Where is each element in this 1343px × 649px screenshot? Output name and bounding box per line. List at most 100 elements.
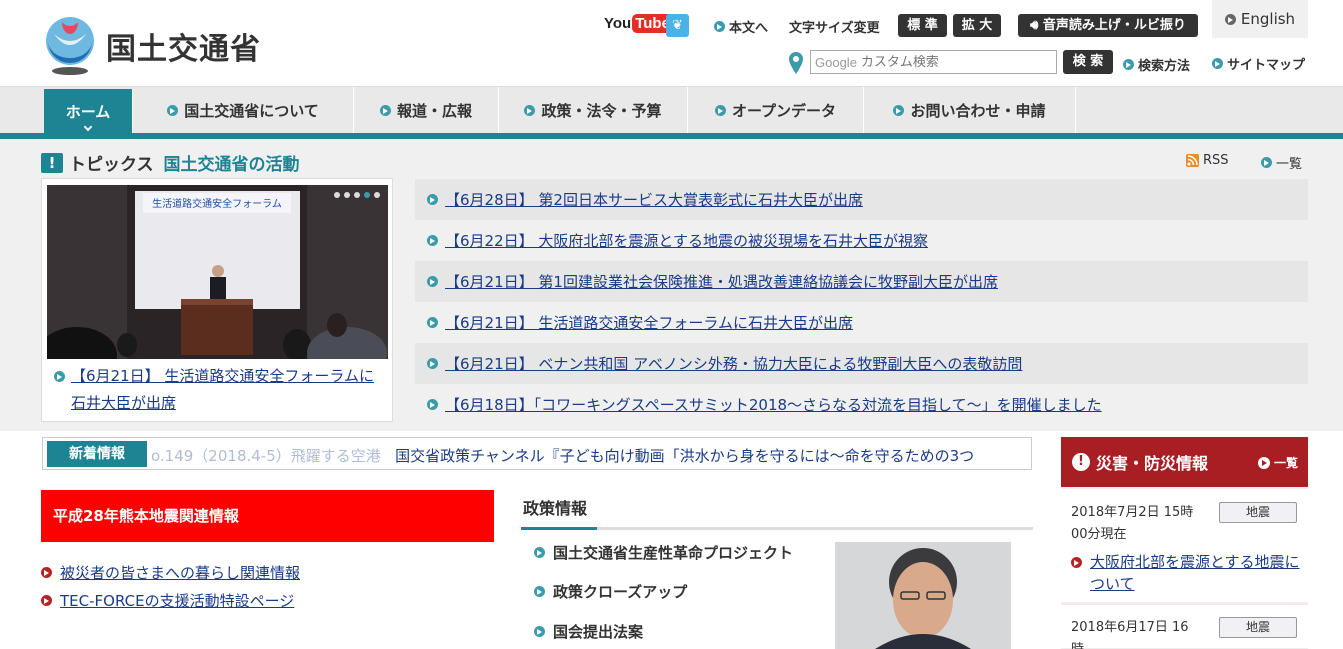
- policy-item[interactable]: 国会提出法案: [534, 621, 643, 642]
- speech-ruby-button[interactable]: 🔊︎ 音声読み上げ・ルビ振り: [1018, 14, 1198, 37]
- minister-portrait-image: [835, 542, 1011, 649]
- arrow-icon: [714, 105, 726, 116]
- disaster-item: 2018年7月2日 15時00分現在 地震 大阪府北部を震源とする地震について: [1061, 489, 1308, 603]
- policy-divider-accent: [521, 527, 597, 530]
- carousel-dots: [334, 192, 380, 198]
- nav-policy[interactable]: 政策・法令・予算: [499, 87, 688, 134]
- list-item: 【6月21日】 ベナン共和国 アベノンシ外務・協力大臣による牧野副大臣への表敬訪…: [415, 343, 1308, 384]
- nav-about[interactable]: 国土交通省について: [133, 87, 354, 134]
- topics-news-list: 【6月28日】 第2回日本サービス大賞表彰式に石井大臣が出席 【6月22日】 大…: [415, 179, 1308, 425]
- ticker-text[interactable]: o.149（2018.4-5）飛躍する空港 国交省政策チャンネル『子ども向け動画…: [151, 445, 974, 466]
- policy-item[interactable]: 政策クローズアップ: [534, 581, 687, 602]
- nav-policy-label: 政策・法令・予算: [541, 102, 662, 120]
- chevron-down-icon: [83, 122, 93, 132]
- policy-item-label: 国会提出法案: [553, 623, 644, 641]
- sitemap-link[interactable]: サイトマップ: [1212, 54, 1305, 73]
- nav-press[interactable]: 報道・広報: [354, 87, 499, 134]
- feature-banner-text: 生活道路交通安全フォーラム: [152, 197, 282, 210]
- rss-label: RSS: [1203, 153, 1229, 168]
- topic-link[interactable]: 【6月21日】 生活道路交通安全フォーラムに石井大臣が出席: [445, 312, 853, 333]
- list-item: 【6月21日】 生活道路交通安全フォーラムに石井大臣が出席: [415, 302, 1308, 343]
- search-method-label: 検索方法: [1138, 59, 1191, 74]
- nav-contact-label: お問い合わせ・申請: [910, 102, 1046, 120]
- sitemap-label: サイトマップ: [1227, 58, 1306, 73]
- nav-home[interactable]: ホーム: [44, 89, 133, 134]
- carousel-dot[interactable]: [334, 192, 340, 198]
- arrow-icon: [427, 276, 438, 287]
- twitter-icon[interactable]: ❦: [666, 14, 689, 37]
- topic-link[interactable]: 【6月28日】 第2回日本サービス大賞表彰式に石井大臣が出席: [445, 189, 863, 210]
- arrow-icon: [427, 235, 438, 246]
- font-size-label: 文字サイズ変更: [789, 21, 880, 36]
- disaster-link[interactable]: 大阪府北部を震源とする地震について: [1090, 551, 1301, 595]
- disaster-date: 2018年7月2日 15時00分現在: [1071, 505, 1194, 542]
- arrow-icon: [41, 567, 52, 578]
- disaster-info-panel: ! 災害・防災情報 一覧 2018年7月2日 15時00分現在 地震 大阪府北部…: [1061, 437, 1308, 649]
- news-ticker: 新着情報 o.149（2018.4-5）飛躍する空港 国交省政策チャンネル『子ど…: [42, 437, 1032, 470]
- font-standard-button[interactable]: 標 準: [898, 14, 947, 37]
- topic-link[interactable]: 【6月21日】 ベナン共和国 アベノンシ外務・協力大臣による牧野副大臣への表敬訪…: [445, 353, 1022, 374]
- topic-link[interactable]: 【6月22日】 大阪府北部を震源とする地震の被災現場を石井大臣が視察: [445, 230, 928, 251]
- arrow-icon: [427, 317, 438, 328]
- topic-link[interactable]: 【6月21日】 第1回建設業社会保険推進・処遇改善連絡協議会に牧野副大臣が出席: [445, 271, 998, 292]
- list-item: 【6月21日】 第1回建設業社会保険推進・処遇改善連絡協議会に牧野副大臣が出席: [415, 261, 1308, 302]
- nav-open-data-label: オープンデータ: [731, 102, 837, 120]
- arrow-icon: [427, 194, 438, 205]
- nav-home-label: ホーム: [65, 103, 111, 121]
- carousel-dot[interactable]: [344, 192, 350, 198]
- topics-title: トピックス: [69, 155, 154, 175]
- list-item: 【6月18日】「コワーキングスペースサミット2018～さらなる対流を目指して～」…: [415, 384, 1308, 425]
- list-item: 【6月22日】 大阪府北部を震源とする地震の被災現場を石井大臣が視察: [415, 220, 1308, 261]
- carousel-dot[interactable]: [354, 192, 360, 198]
- ticker-text-faded[interactable]: o.149（2018.4-5）飛躍する空港: [151, 447, 381, 465]
- site-title[interactable]: 国土交通省: [106, 24, 261, 68]
- arrow-icon: [534, 586, 545, 597]
- search-button[interactable]: 検 索: [1063, 50, 1113, 74]
- featured-topic-link[interactable]: 【6月21日】 生活道路交通安全フォーラムに石井大臣が出席: [71, 363, 384, 417]
- youtube-link[interactable]: You Tube: [604, 14, 673, 37]
- nav-open-data[interactable]: オープンデータ: [688, 87, 864, 134]
- rss-link[interactable]: RSS: [1186, 153, 1229, 168]
- list-all-label: 一覧: [1276, 157, 1303, 172]
- nav-press-label: 報道・広報: [396, 102, 472, 120]
- youtube-you: You: [604, 15, 632, 32]
- kumamoto-link[interactable]: 被災者の皆さまへの暮らし関連情報: [60, 562, 300, 583]
- topics-list-all-link[interactable]: 一覧: [1261, 153, 1302, 172]
- disaster-tag[interactable]: 地震: [1219, 502, 1297, 523]
- ticker-text-main[interactable]: 国交省政策チャンネル『子ども向け動画「洪水から身を守るには～命を守るための3つ: [395, 447, 974, 465]
- search-method-link[interactable]: 検索方法: [1123, 55, 1190, 74]
- forum-stage-image: 生活道路交通安全フォーラム: [47, 185, 388, 359]
- topics-subtitle: 国土交通省の活動: [163, 155, 300, 175]
- font-large-button[interactable]: 拡 大: [953, 14, 1001, 37]
- location-pin-icon: [789, 52, 803, 74]
- arrow-icon: [167, 105, 179, 116]
- arrow-icon: [534, 626, 545, 637]
- arrow-icon: [893, 105, 905, 116]
- kumamoto-link[interactable]: TEC-FORCEの支援活動特設ページ: [60, 590, 294, 611]
- disaster-list-all-link[interactable]: 一覧: [1257, 454, 1298, 471]
- search-box: Google: [810, 50, 1057, 74]
- skip-to-content-link[interactable]: 本文へ: [714, 17, 768, 36]
- site-header: 国土交通省 You Tube ❦ 本文へ 文字サイズ変更 標 準 拡 大 🔊︎ 音…: [0, 0, 1343, 86]
- arrow-icon: [427, 358, 438, 369]
- kumamoto-link-item: TEC-FORCEの支援活動特設ページ: [41, 590, 294, 611]
- kumamoto-earthquake-banner[interactable]: 平成28年熊本地震関連情報: [41, 490, 494, 542]
- carousel-dot-active[interactable]: [364, 192, 370, 198]
- topic-link[interactable]: 【6月18日】「コワーキングスペースサミット2018～さらなる対流を目指して～」…: [445, 394, 1102, 415]
- policy-item[interactable]: 国土交通省生産性革命プロジェクト: [534, 542, 793, 563]
- carousel-dot[interactable]: [374, 192, 380, 198]
- ticker-label: 新着情報: [47, 441, 147, 467]
- featured-topic-card[interactable]: 生活道路交通安全フォーラム 【6月21日】 生活道路交通安全フォーラムに石井大臣…: [41, 178, 393, 422]
- search-input[interactable]: [860, 54, 1041, 70]
- featured-topic-photo[interactable]: 生活道路交通安全フォーラム: [47, 185, 388, 359]
- arrow-icon: [379, 105, 391, 116]
- mlit-logo[interactable]: [40, 14, 100, 76]
- list-item: 【6月28日】 第2回日本サービス大賞表彰式に石井大臣が出席: [415, 179, 1308, 220]
- exclamation-icon: !: [41, 152, 63, 173]
- english-link[interactable]: English: [1212, 0, 1308, 38]
- disaster-item: 2018年6月17日 16時 地震: [1061, 605, 1308, 649]
- nav-contact[interactable]: お問い合わせ・申請: [864, 87, 1076, 134]
- disaster-tag[interactable]: 地震: [1219, 617, 1297, 638]
- disaster-list-all-label: 一覧: [1273, 456, 1298, 470]
- minister-photo[interactable]: [835, 542, 1011, 649]
